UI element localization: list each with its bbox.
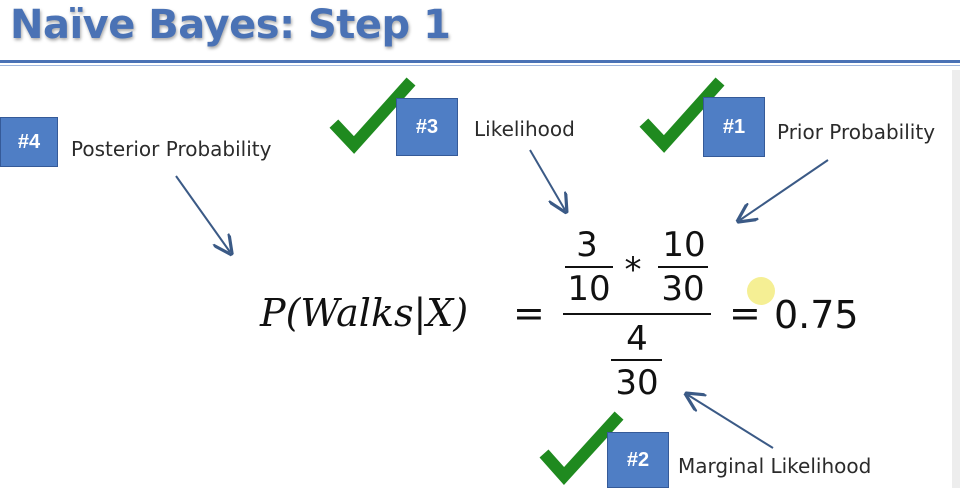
equation-lhs: P(Walks|X)	[260, 291, 469, 335]
badge-step-3: #3	[396, 98, 458, 156]
label-marginal-likelihood: Marginal Likelihood	[678, 454, 872, 478]
equation-equals: =	[513, 291, 545, 335]
result-value: 0.75	[774, 293, 859, 337]
times-sign: *	[624, 250, 642, 290]
badge-step-4: #4	[0, 117, 58, 167]
den-denominator: 30	[615, 363, 659, 403]
checks-layer	[329, 77, 725, 485]
badge-step-2: #2	[607, 432, 669, 488]
frac2-bar	[658, 266, 708, 268]
frac2-numerator: 10	[662, 225, 706, 265]
check-icon	[539, 411, 624, 485]
badge-step-1: #1	[703, 97, 765, 157]
slide: Naïve Bayes: Step 1 #4 Posterior Probabi…	[0, 0, 960, 488]
frac1-numerator: 3	[576, 225, 598, 265]
frac1-bar	[565, 266, 613, 268]
den-bar	[611, 359, 662, 361]
result-equals: =	[729, 291, 761, 335]
label-prior-probability: Prior Probability	[777, 120, 936, 144]
label-posterior-probability: Posterior Probability	[71, 137, 272, 161]
main-fraction-bar	[563, 313, 711, 315]
frac1-denominator: 10	[567, 269, 611, 309]
frac2-denominator: 30	[661, 269, 705, 309]
label-likelihood: Likelihood	[474, 117, 575, 141]
den-numerator: 4	[626, 319, 648, 359]
